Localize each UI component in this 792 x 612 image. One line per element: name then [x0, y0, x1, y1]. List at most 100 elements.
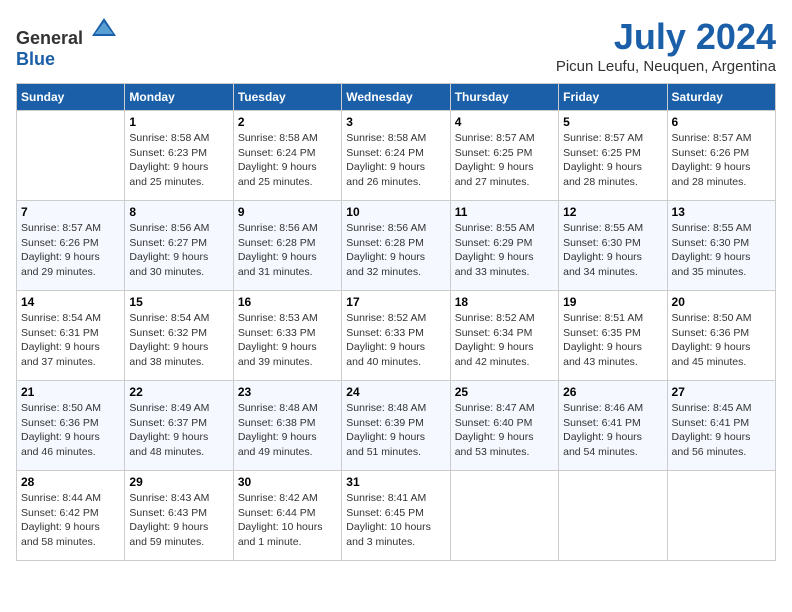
logo-icon [90, 16, 118, 44]
calendar-week-row: 14 Sunrise: 8:54 AM Sunset: 6:31 PM Dayli… [17, 291, 776, 381]
day-number: 21 [21, 385, 120, 399]
day-info: Sunrise: 8:54 AM Sunset: 6:31 PM Dayligh… [21, 311, 120, 370]
logo-text: General Blue [16, 16, 118, 70]
calendar-cell: 10 Sunrise: 8:56 AM Sunset: 6:28 PM Dayli… [342, 201, 450, 291]
calendar-cell [559, 471, 667, 561]
day-info: Sunrise: 8:56 AM Sunset: 6:27 PM Dayligh… [129, 221, 228, 280]
day-number: 3 [346, 115, 445, 129]
logo-blue: Blue [16, 49, 55, 69]
day-number: 31 [346, 475, 445, 489]
calendar-cell [17, 111, 125, 201]
day-number: 9 [238, 205, 337, 219]
calendar-cell: 6 Sunrise: 8:57 AM Sunset: 6:26 PM Daylig… [667, 111, 775, 201]
column-header-friday: Friday [559, 84, 667, 111]
calendar-header-row: SundayMondayTuesdayWednesdayThursdayFrid… [17, 84, 776, 111]
calendar-cell: 5Sunrise: 8:57 AM Sunset: 6:25 PM Daylig… [559, 111, 667, 201]
day-info: Sunrise: 8:58 AM Sunset: 6:23 PM Dayligh… [129, 131, 228, 190]
day-number: 29 [129, 475, 228, 489]
column-header-sunday: Sunday [17, 84, 125, 111]
calendar-cell: 11 Sunrise: 8:55 AM Sunset: 6:29 PM Dayli… [450, 201, 558, 291]
day-info: Sunrise: 8:57 AM Sunset: 6:25 PM Dayligh… [455, 131, 554, 190]
day-info: Sunrise: 8:57 AM Sunset: 6:26 PM Dayligh… [672, 131, 771, 190]
day-info: Sunrise: 8:45 AM Sunset: 6:41 PM Dayligh… [672, 401, 771, 460]
calendar-cell: 25 Sunrise: 8:47 AM Sunset: 6:40 PM Dayli… [450, 381, 558, 471]
day-info: Sunrise: 8:50 AM Sunset: 6:36 PM Dayligh… [672, 311, 771, 370]
day-number: 5 [563, 115, 662, 129]
day-number: 8 [129, 205, 228, 219]
day-info: Sunrise: 8:56 AM Sunset: 6:28 PM Dayligh… [346, 221, 445, 280]
calendar-cell: 4 Sunrise: 8:57 AM Sunset: 6:25 PM Daylig… [450, 111, 558, 201]
logo: General Blue [16, 16, 118, 70]
calendar-cell [667, 471, 775, 561]
day-number: 1 [129, 115, 228, 129]
day-number: 6 [672, 115, 771, 129]
calendar-cell: 12 Sunrise: 8:55 AM Sunset: 6:30 PM Dayli… [559, 201, 667, 291]
calendar-week-row: 21 Sunrise: 8:50 AM Sunset: 6:36 PM Dayli… [17, 381, 776, 471]
day-info: Sunrise: 8:58 AM Sunset: 6:24 PM Dayligh… [238, 131, 337, 190]
title-area: July 2024 Picun Leufu, Neuquen, Argentin… [556, 16, 776, 75]
calendar-cell: 2Sunrise: 8:58 AM Sunset: 6:24 PM Daylig… [233, 111, 341, 201]
day-number: 22 [129, 385, 228, 399]
day-number: 26 [563, 385, 662, 399]
calendar-cell: 18Sunrise: 8:52 AM Sunset: 6:34 PM Dayli… [450, 291, 558, 381]
day-number: 11 [455, 205, 554, 219]
day-info: Sunrise: 8:48 AM Sunset: 6:39 PM Dayligh… [346, 401, 445, 460]
day-number: 16 [238, 295, 337, 309]
day-info: Sunrise: 8:52 AM Sunset: 6:33 PM Dayligh… [346, 311, 445, 370]
calendar-cell: 21 Sunrise: 8:50 AM Sunset: 6:36 PM Dayli… [17, 381, 125, 471]
day-info: Sunrise: 8:47 AM Sunset: 6:40 PM Dayligh… [455, 401, 554, 460]
calendar-cell: 14 Sunrise: 8:54 AM Sunset: 6:31 PM Dayli… [17, 291, 125, 381]
calendar-cell: 15Sunrise: 8:54 AM Sunset: 6:32 PM Dayli… [125, 291, 233, 381]
day-info: Sunrise: 8:41 AM Sunset: 6:45 PM Dayligh… [346, 491, 445, 550]
calendar-cell: 9Sunrise: 8:56 AM Sunset: 6:28 PM Daylig… [233, 201, 341, 291]
day-number: 15 [129, 295, 228, 309]
day-info: Sunrise: 8:46 AM Sunset: 6:41 PM Dayligh… [563, 401, 662, 460]
calendar-week-row: 28Sunrise: 8:44 AM Sunset: 6:42 PM Dayli… [17, 471, 776, 561]
day-number: 30 [238, 475, 337, 489]
location-title: Picun Leufu, Neuquen, Argentina [556, 58, 776, 75]
calendar-cell: 16 Sunrise: 8:53 AM Sunset: 6:33 PM Dayli… [233, 291, 341, 381]
day-number: 14 [21, 295, 120, 309]
day-number: 7 [21, 205, 120, 219]
day-info: Sunrise: 8:49 AM Sunset: 6:37 PM Dayligh… [129, 401, 228, 460]
logo-general: General [16, 28, 83, 48]
calendar-cell: 24Sunrise: 8:48 AM Sunset: 6:39 PM Dayli… [342, 381, 450, 471]
column-header-wednesday: Wednesday [342, 84, 450, 111]
calendar-cell: 22 Sunrise: 8:49 AM Sunset: 6:37 PM Dayli… [125, 381, 233, 471]
day-number: 12 [563, 205, 662, 219]
day-info: Sunrise: 8:52 AM Sunset: 6:34 PM Dayligh… [455, 311, 554, 370]
calendar-cell: 19 Sunrise: 8:51 AM Sunset: 6:35 PM Dayli… [559, 291, 667, 381]
day-info: Sunrise: 8:57 AM Sunset: 6:26 PM Dayligh… [21, 221, 120, 280]
day-info: Sunrise: 8:55 AM Sunset: 6:29 PM Dayligh… [455, 221, 554, 280]
calendar-week-row: 7 Sunrise: 8:57 AM Sunset: 6:26 PM Daylig… [17, 201, 776, 291]
day-number: 20 [672, 295, 771, 309]
calendar-cell: 31 Sunrise: 8:41 AM Sunset: 6:45 PM Dayli… [342, 471, 450, 561]
day-info: Sunrise: 8:53 AM Sunset: 6:33 PM Dayligh… [238, 311, 337, 370]
day-info: Sunrise: 8:58 AM Sunset: 6:24 PM Dayligh… [346, 131, 445, 190]
calendar-cell: 7 Sunrise: 8:57 AM Sunset: 6:26 PM Daylig… [17, 201, 125, 291]
day-number: 17 [346, 295, 445, 309]
day-number: 4 [455, 115, 554, 129]
column-header-thursday: Thursday [450, 84, 558, 111]
column-header-monday: Monday [125, 84, 233, 111]
day-number: 19 [563, 295, 662, 309]
day-info: Sunrise: 8:48 AM Sunset: 6:38 PM Dayligh… [238, 401, 337, 460]
day-number: 28 [21, 475, 120, 489]
day-info: Sunrise: 8:51 AM Sunset: 6:35 PM Dayligh… [563, 311, 662, 370]
day-info: Sunrise: 8:42 AM Sunset: 6:44 PM Dayligh… [238, 491, 337, 550]
calendar-week-row: 1 Sunrise: 8:58 AM Sunset: 6:23 PM Daylig… [17, 111, 776, 201]
column-header-tuesday: Tuesday [233, 84, 341, 111]
calendar-cell: 20 Sunrise: 8:50 AM Sunset: 6:36 PM Dayli… [667, 291, 775, 381]
calendar-cell: 8 Sunrise: 8:56 AM Sunset: 6:27 PM Daylig… [125, 201, 233, 291]
calendar-cell: 29 Sunrise: 8:43 AM Sunset: 6:43 PM Dayli… [125, 471, 233, 561]
day-info: Sunrise: 8:50 AM Sunset: 6:36 PM Dayligh… [21, 401, 120, 460]
day-number: 27 [672, 385, 771, 399]
day-number: 23 [238, 385, 337, 399]
day-info: Sunrise: 8:55 AM Sunset: 6:30 PM Dayligh… [563, 221, 662, 280]
day-info: Sunrise: 8:55 AM Sunset: 6:30 PM Dayligh… [672, 221, 771, 280]
day-number: 25 [455, 385, 554, 399]
column-header-saturday: Saturday [667, 84, 775, 111]
day-info: Sunrise: 8:43 AM Sunset: 6:43 PM Dayligh… [129, 491, 228, 550]
day-number: 10 [346, 205, 445, 219]
day-number: 13 [672, 205, 771, 219]
